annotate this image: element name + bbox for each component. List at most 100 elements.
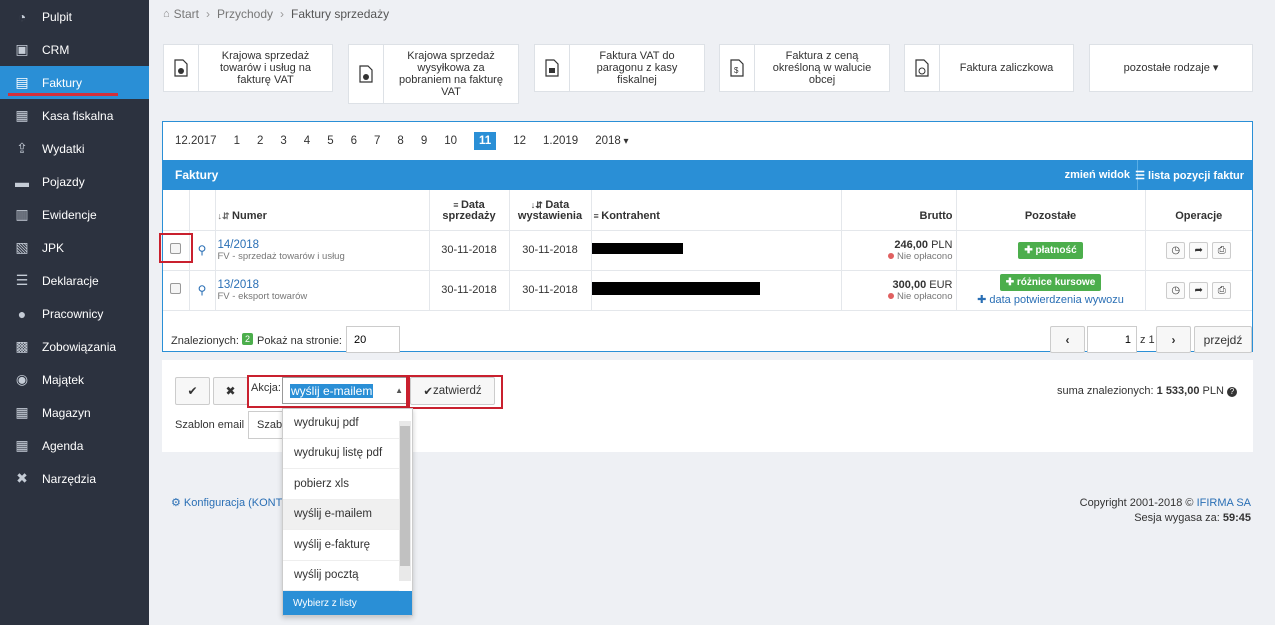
change-view-link[interactable]: zmień widok (1065, 169, 1130, 181)
doc-type-waluta-button[interactable]: $ Faktura z ceną określoną w walucie obc… (719, 44, 890, 92)
copyright: Copyright 2001-2018 © (1079, 497, 1194, 509)
doc-type-zaliczkowa-button[interactable]: Faktura zaliczkowa (904, 44, 1074, 92)
sidebar-item-zobowiązania[interactable]: ▩ Zobowiązania (0, 330, 149, 363)
table-header-row: ↓⇵ Numer ≡ Data sprzedaży ↓⇵ Data wystaw… (163, 190, 1252, 231)
highlight-row-checkbox (159, 233, 193, 263)
search-icon[interactable]: ⚲ (198, 283, 207, 297)
prev-page-button[interactable]: ‹ (1050, 326, 1085, 353)
dropdown-option[interactable]: wyślij e-fakturę (283, 530, 399, 561)
month-item[interactable]: 2018 (595, 135, 628, 147)
sidebar-item-pulpit[interactable]: ◔ Pulpit (0, 0, 149, 33)
issue-date: 30-11-2018 (509, 270, 592, 311)
sidebar-item-pojazdy[interactable]: ▬ Pojazdy (0, 165, 149, 198)
share-icon[interactable]: ➦ (1189, 281, 1209, 299)
invoice-type: FV - eksport towarów (217, 290, 308, 302)
month-item[interactable]: 9 (421, 135, 427, 147)
doc-type-krajowa-button[interactable]: Krajowa sprzedaż towarów i usług na fakt… (163, 44, 333, 92)
sidebar-item-deklaracje[interactable]: ☰ Deklaracje (0, 264, 149, 297)
header-kontrahent[interactable]: ≡ Kontrahent (591, 190, 842, 231)
month-item[interactable]: 6 (351, 135, 357, 147)
header-data-wystawienia[interactable]: ↓⇵ Data wystawienia (509, 190, 592, 231)
payment-button[interactable]: ✚ płatność (1018, 241, 1083, 259)
other-doc-types-dropdown[interactable]: pozostałe rodzaje ▾ (1089, 44, 1253, 92)
config-label: Konfiguracja (KONT (183, 497, 283, 509)
row-checkbox[interactable] (170, 283, 182, 294)
header-data-sprzedazy[interactable]: ≡ Data sprzedaży (429, 190, 510, 231)
print-icon[interactable]: ⎙ (1212, 281, 1232, 299)
session-time: 59:45 (1222, 512, 1251, 524)
scrollbar-thumb[interactable] (400, 426, 410, 566)
sale-date: 30-11-2018 (429, 230, 510, 271)
invoice-icon: ▤ (15, 74, 29, 90)
search-icon[interactable]: ⚲ (198, 243, 207, 257)
month-item[interactable]: 4 (304, 135, 310, 147)
header-numer[interactable]: ↓⇵ Numer (215, 190, 430, 231)
config-link[interactable]: ⚙ Konfiguracja (KONT (171, 496, 282, 509)
sidebar-item-label: Magazyn (42, 405, 91, 420)
history-icon[interactable]: ◷ (1166, 281, 1186, 299)
deselect-all-button[interactable]: ✖ (213, 377, 248, 405)
sidebar-item-kasa-fiskalna[interactable]: ▦ Kasa fiskalna (0, 99, 149, 132)
next-page-button[interactable]: › (1156, 326, 1191, 353)
sidebar-item-pracownicy[interactable]: ● Pracownicy (0, 297, 149, 330)
doc-type-paragon-button[interactable]: Faktura VAT do paragonu z kasy fiskalnej (534, 44, 705, 92)
page-input[interactable] (1087, 326, 1137, 353)
sidebar-item-ewidencje[interactable]: ▥ Ewidencje (0, 198, 149, 231)
sidebar-item-jpk[interactable]: ▧ JPK (0, 231, 149, 264)
brand-link[interactable]: IFIRMA SA (1197, 497, 1251, 509)
sidebar-item-faktury[interactable]: ▤ Faktury (0, 66, 149, 99)
header-label: Numer (232, 209, 267, 222)
sidebar-item-wydatki[interactable]: ⇪ Wydatki (0, 132, 149, 165)
sidebar-item-narzędzia[interactable]: ✖ Narzędzia (0, 462, 149, 495)
select-all-button[interactable]: ✔ (175, 377, 210, 405)
page-of: z 1 (1140, 334, 1155, 346)
liabilities-icon: ▩ (15, 338, 29, 354)
month-item[interactable]: 11 (474, 132, 497, 150)
template-label: Szablon email (175, 419, 245, 431)
sidebar-item-magazyn[interactable]: ▦ Magazyn (0, 396, 149, 429)
dropdown-option[interactable]: wydrukuj listę pdf (283, 439, 399, 469)
month-item[interactable]: 3 (280, 135, 286, 147)
exchange-diff-button[interactable]: ✚ różnice kursowe (999, 274, 1102, 291)
breadcrumb: ⌂ Start › Przychody › Faktury sprzedaży (163, 7, 389, 21)
month-item[interactable]: 12.2017 (175, 135, 217, 147)
session-label: Sesja wygasa za: (1134, 512, 1220, 524)
invoice-number-link[interactable]: 14/2018 (218, 239, 429, 251)
dropdown-option[interactable]: wyślij pocztą (283, 561, 399, 591)
share-icon[interactable]: ➦ (1189, 241, 1209, 259)
print-icon[interactable]: ⎙ (1212, 241, 1232, 259)
month-item[interactable]: 8 (397, 135, 403, 147)
position-list-link[interactable]: ☰ lista pozycji faktur (1135, 169, 1244, 182)
sidebar-item-majątek[interactable]: ◉ Majątek (0, 363, 149, 396)
sidebar-item-agenda[interactable]: ▦ Agenda (0, 429, 149, 462)
month-item[interactable]: 10 (444, 135, 457, 147)
month-item[interactable]: 12 (513, 135, 526, 147)
per-page-input[interactable] (346, 326, 400, 353)
truck-icon: ▬ (15, 173, 29, 190)
sidebar-item-crm[interactable]: ▣ CRM (0, 33, 149, 66)
doc-type-label: Krajowa sprzedaż wysyłkowa za pobraniem … (399, 50, 503, 98)
month-item[interactable]: 2 (257, 135, 263, 147)
sum-label: suma znalezionych: (1056, 385, 1154, 397)
dropdown-option[interactable]: wydrukuj pdf (283, 408, 399, 439)
gear-icon: ⚙ (171, 497, 184, 509)
month-item[interactable]: 5 (327, 135, 333, 147)
export-confirmation-link[interactable]: ✚ data potwierdzenia wywozu (957, 293, 1145, 306)
history-icon[interactable]: ◷ (1166, 241, 1186, 259)
doc-type-wysylkowa-button[interactable]: Krajowa sprzedaż wysyłkowa za pobraniem … (348, 44, 519, 104)
svg-text:$: $ (734, 66, 739, 75)
breadcrumb-home[interactable]: Start (174, 7, 199, 21)
doc-type-label: Faktura zaliczkowa (959, 62, 1054, 74)
dropdown-scrollbar[interactable] (399, 421, 411, 581)
invoice-number-link[interactable]: 13/2018 (218, 279, 429, 291)
dropdown-option[interactable]: wyślij e-mailem (283, 499, 399, 530)
goto-page-button[interactable]: przejdź (1194, 326, 1252, 353)
month-item[interactable]: 1.2019 (543, 135, 578, 147)
sidebar-item-label: JPK (42, 240, 65, 255)
help-icon[interactable]: ? (1227, 387, 1237, 397)
month-item[interactable]: 7 (374, 135, 380, 147)
dropdown-option[interactable]: pobierz xls (283, 469, 399, 500)
position-list-label: lista pozycji faktur (1148, 169, 1244, 182)
month-item[interactable]: 1 (234, 135, 240, 147)
breadcrumb-level1[interactable]: Przychody (217, 7, 273, 21)
